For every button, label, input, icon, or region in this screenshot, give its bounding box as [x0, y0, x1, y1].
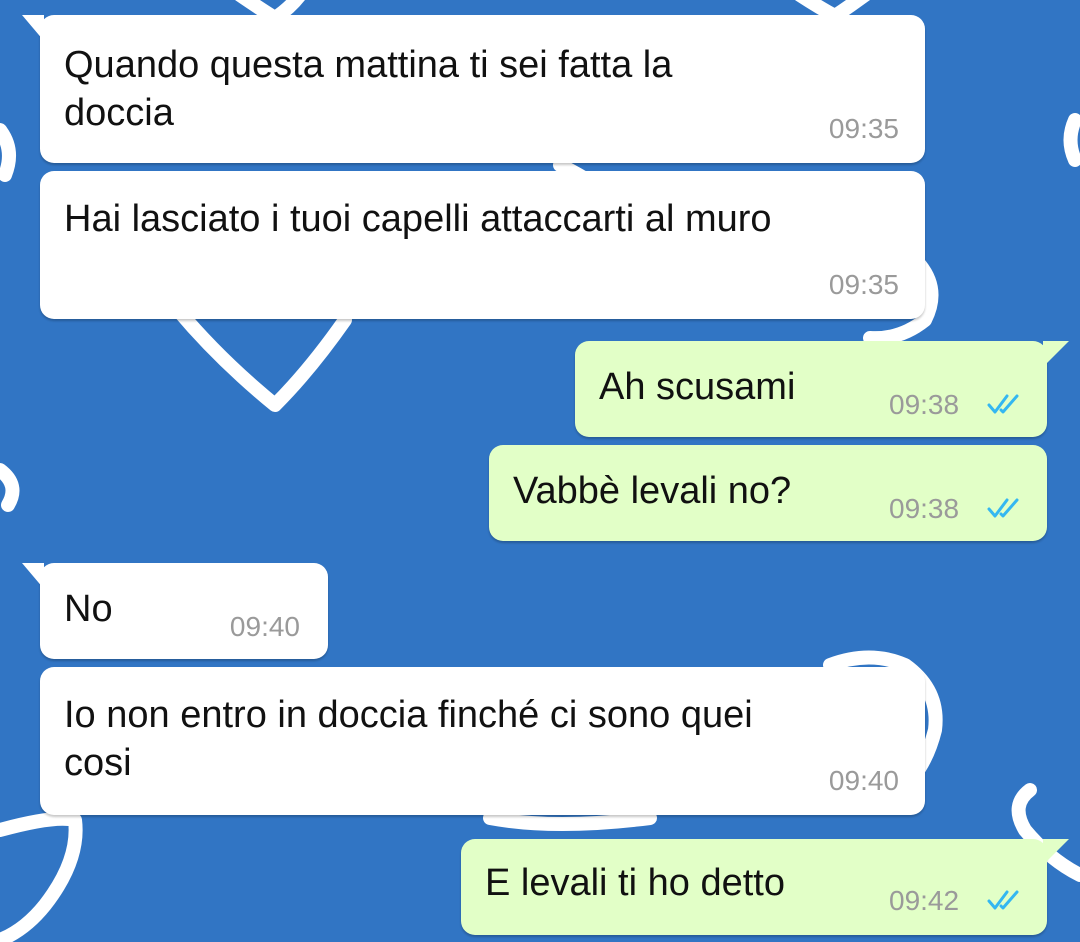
- bubble-tail: [1043, 839, 1069, 865]
- message-text: Io non entro in doccia finché ci sono qu…: [64, 694, 753, 784]
- message-text: Ah scusami: [599, 366, 796, 408]
- wallpaper-heart-outline: [171, 303, 352, 412]
- double-check-icon: [987, 890, 1019, 910]
- wallpaper-heart-outline: [0, 811, 83, 942]
- message-text: E levali ti ho detto: [485, 862, 785, 904]
- message-timestamp: 09:42: [889, 885, 960, 916]
- message-bubble-incoming[interactable]: Io non entro in doccia finché ci sono qu…: [40, 667, 925, 815]
- message-timestamp: 09:40: [828, 765, 899, 796]
- message-bubble-outgoing[interactable]: Ah scusami 09:38: [575, 341, 1069, 437]
- message-text: Quando questa mattina ti sei fatta la do…: [64, 44, 673, 134]
- wallpaper-heart-outline: [0, 463, 20, 512]
- message-text: Hai lasciato i tuoi capelli attaccarti a…: [64, 198, 772, 240]
- message-timestamp: 09:35: [828, 113, 899, 144]
- message-text: No: [64, 588, 113, 630]
- message-bubble-outgoing[interactable]: Vabbè levali no? 09:38: [489, 445, 1047, 541]
- message-timestamp: 09:35: [828, 269, 899, 300]
- wallpaper-heart-outline: [1063, 113, 1080, 167]
- double-check-icon: [987, 394, 1019, 414]
- wallpaper-heart-outline: [483, 811, 657, 831]
- message-bubble-outgoing[interactable]: E levali ti ho detto 09:42: [461, 839, 1069, 935]
- double-check-icon: [987, 498, 1019, 518]
- wallpaper-heart-outline: [795, 0, 870, 23]
- message-bubble-incoming[interactable]: Hai lasciato i tuoi capelli attaccarti a…: [40, 171, 925, 319]
- bubble-tail: [22, 563, 44, 589]
- bubble-tail: [1043, 341, 1069, 367]
- message-timestamp: 09:38: [889, 389, 960, 420]
- message-bubble-incoming[interactable]: No 09:40: [22, 563, 328, 659]
- message-timestamp: 09:40: [229, 611, 300, 642]
- message-bubble-incoming[interactable]: Quando questa mattina ti sei fatta la do…: [22, 15, 925, 163]
- bubble-tail: [22, 15, 44, 41]
- message-text: Vabbè levali no?: [513, 470, 792, 512]
- message-timestamp: 09:38: [889, 493, 960, 524]
- wallpaper-heart-outline: [0, 123, 16, 182]
